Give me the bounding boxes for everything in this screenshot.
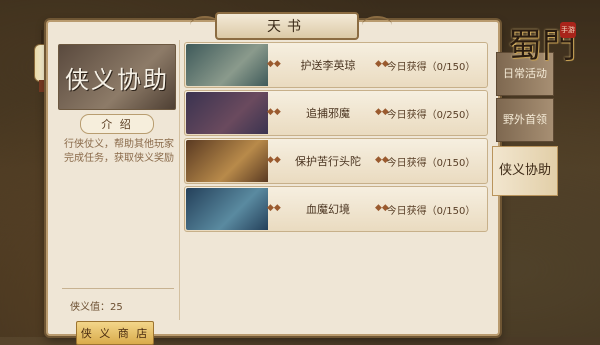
activity-banner: 侠义协助 (58, 44, 176, 110)
title-ornament-right-icon (362, 16, 392, 34)
task-name: 保护苦行头陀 (295, 155, 361, 168)
activity-description: 行侠仗义，帮助其他玩家完成任务，获取侠义奖励 (64, 139, 174, 164)
task-row[interactable]: ◆◆ 血魔幻境 ◆◆ 今日获得（0/150） (184, 186, 488, 232)
logo-seal: 手游 (560, 22, 576, 38)
task-row[interactable]: ◆◆ 保护苦行头陀 ◆◆ 今日获得（0/150） (184, 138, 488, 184)
task-name: 追捕邪魔 (306, 107, 350, 120)
tab-chivalry-assist[interactable]: 侠义协助 (492, 146, 558, 196)
panel-title: 天书 (215, 12, 359, 40)
left-info-column: 侠义协助 介 绍 行侠仗义，帮助其他玩家完成任务，获取侠义奖励 侠义值：25 侠… (58, 40, 176, 345)
game-logo: 蜀門 手游 (508, 18, 582, 66)
divider (62, 288, 174, 289)
task-progress: 今日获得（0/150） (386, 157, 476, 169)
task-thumbnail (186, 92, 268, 134)
task-row[interactable]: ◆◆ 护送李英琼 ◆◆ 今日获得（0/150） (184, 42, 488, 88)
task-progress: 今日获得（0/150） (386, 61, 476, 73)
chivalry-shop-button[interactable]: 侠 义 商 店 (76, 321, 154, 345)
task-thumbnail (186, 188, 268, 230)
task-thumbnail (186, 44, 268, 86)
column-separator (179, 40, 180, 320)
tab-field-boss[interactable]: 野外首领 (496, 98, 554, 142)
chivalry-value: 侠义值：25 (70, 302, 123, 313)
task-progress: 今日获得（0/250） (386, 109, 476, 121)
task-name: 血魔幻境 (306, 203, 350, 216)
task-name: 护送李英琼 (300, 59, 356, 72)
intro-tab[interactable]: 介 绍 (80, 114, 154, 134)
task-progress: 今日获得（0/150） (386, 205, 476, 217)
task-thumbnail (186, 140, 268, 182)
task-row[interactable]: ◆◆ 追捕邪魔 ◆◆ 今日获得（0/250） (184, 90, 488, 136)
